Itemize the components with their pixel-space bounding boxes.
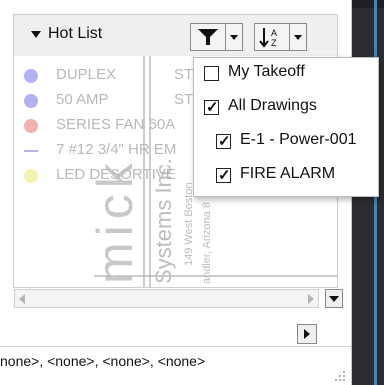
sort-button[interactable]: A Z bbox=[254, 23, 290, 51]
hot-list-title: Hot List bbox=[48, 25, 103, 42]
checkmark-icon: ✓ bbox=[218, 133, 231, 150]
list-item-label: LED DESORTIVE bbox=[56, 166, 176, 183]
hot-list-header: Hot List A Z bbox=[13, 14, 338, 56]
next-page-button[interactable] bbox=[297, 324, 317, 344]
app-window: Hot List A Z mick Systems Inc. 149 West … bbox=[0, 0, 384, 385]
checkbox[interactable]: ✓ bbox=[204, 99, 219, 116]
menu-item-label: All Drawings bbox=[228, 97, 317, 114]
play-right-icon bbox=[304, 329, 310, 339]
filter-button[interactable] bbox=[190, 23, 226, 51]
checkmark-icon: ✓ bbox=[206, 99, 219, 116]
checkbox[interactable]: ✓ bbox=[216, 133, 231, 150]
checkbox[interactable]: ✓ bbox=[216, 167, 231, 184]
side-panel-top bbox=[352, 0, 384, 8]
horizontal-scrollbar[interactable] bbox=[14, 289, 319, 308]
filter-icon bbox=[198, 29, 218, 45]
drawing-city-line: andler, Arizona 8 bbox=[201, 202, 213, 284]
menu-item-label: My Takeoff bbox=[228, 63, 305, 80]
line-swatch bbox=[24, 150, 38, 152]
resize-grip-icon[interactable] bbox=[333, 369, 347, 383]
list-item-label: SERIES FAN 60A bbox=[56, 116, 176, 133]
divider bbox=[0, 346, 351, 347]
sort-dropdown-button[interactable] bbox=[290, 23, 307, 51]
color-swatch bbox=[24, 69, 38, 83]
color-swatch bbox=[24, 94, 38, 108]
menu-item-label: E-1 - Power-001 bbox=[240, 131, 357, 148]
chevron-down-icon bbox=[329, 296, 339, 302]
checkmark-icon: ✓ bbox=[218, 167, 231, 184]
color-swatch bbox=[24, 119, 38, 133]
chevron-down-icon bbox=[294, 35, 302, 40]
scroll-down-button[interactable] bbox=[325, 289, 343, 308]
scroll-right-arrow-icon[interactable] bbox=[308, 294, 314, 304]
checkbox[interactable] bbox=[204, 66, 219, 81]
svg-text:Z: Z bbox=[271, 38, 277, 48]
chevron-down-icon bbox=[230, 35, 238, 40]
scroll-left-arrow-icon[interactable] bbox=[19, 294, 25, 304]
list-item-label: 50 AMP bbox=[56, 91, 109, 108]
status-text: none>, <none>, <none>, <none> bbox=[0, 353, 206, 369]
sort-az-icon: A Z bbox=[259, 28, 277, 48]
menu-item-label: FIRE ALARM bbox=[240, 165, 336, 182]
svg-text:A: A bbox=[271, 28, 277, 38]
collapse-arrow-icon[interactable] bbox=[31, 31, 41, 38]
list-item-label: DUPLEX bbox=[56, 66, 117, 83]
filter-dropdown-button[interactable] bbox=[226, 23, 243, 51]
filter-dropdown-menu: My Takeoff ✓ All Drawings ✓ E-1 - Power-… bbox=[193, 57, 379, 197]
list-item-label: 7 #12 3/4" HR EM bbox=[56, 141, 177, 158]
color-swatch bbox=[24, 169, 38, 183]
